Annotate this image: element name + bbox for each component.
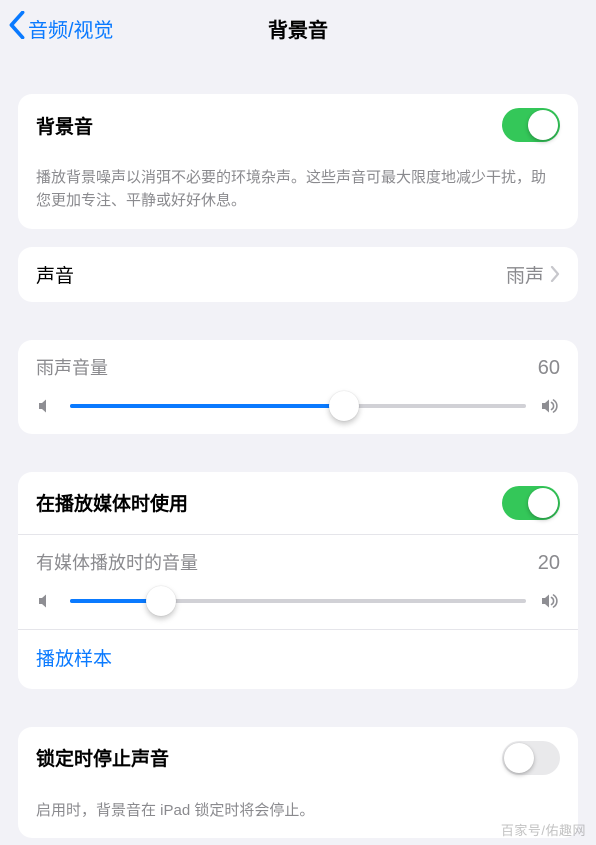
lock-stop-label: 锁定时停止声音 <box>36 744 502 771</box>
sound-select-row[interactable]: 声音 雨声 <box>18 247 578 302</box>
media-use-label: 在播放媒体时使用 <box>36 489 502 516</box>
volume-slider[interactable] <box>70 404 526 408</box>
bg-sound-label: 背景音 <box>36 112 502 139</box>
sound-select-label: 声音 <box>36 261 506 288</box>
media-vol-slider[interactable] <box>70 599 526 603</box>
volume-label: 雨声音量 <box>36 354 108 380</box>
chevron-right-icon <box>550 266 560 282</box>
back-label: 音频/视觉 <box>28 14 114 43</box>
page-title: 背景音 <box>268 14 328 43</box>
volume-high-icon <box>540 591 560 611</box>
bg-sound-toggle[interactable] <box>502 108 560 142</box>
media-use-toggle[interactable] <box>502 486 560 520</box>
group-media: 在播放媒体时使用 有媒体播放时的音量 20 播放样本 <box>18 472 578 689</box>
volume-value: 60 <box>538 357 560 380</box>
group-sound-select: 声音 雨声 <box>18 247 578 302</box>
sound-select-value: 雨声 <box>506 261 544 288</box>
back-button[interactable]: 音频/视觉 <box>8 0 114 56</box>
play-sample-button[interactable]: 播放样本 <box>18 629 578 689</box>
volume-low-icon <box>36 396 56 416</box>
volume-low-icon <box>36 591 56 611</box>
media-vol-label: 有媒体播放时的音量 <box>36 549 198 575</box>
bg-sound-description: 播放背景噪声以消弭不必要的环境杂声。这些声音可最大限度地减少干扰，助您更加专注、… <box>18 156 578 229</box>
group-lock-stop: 锁定时停止声音 启用时，背景音在 iPad 锁定时将会停止。 <box>18 727 578 838</box>
lock-stop-toggle[interactable] <box>502 741 560 775</box>
lock-stop-description: 启用时，背景音在 iPad 锁定时将会停止。 <box>18 789 578 838</box>
nav-bar: 音频/视觉 背景音 <box>0 0 596 56</box>
media-vol-value: 20 <box>538 552 560 575</box>
group-background-sound: 背景音 播放背景噪声以消弭不必要的环境杂声。这些声音可最大限度地减少干扰，助您更… <box>18 94 578 229</box>
watermark: 百家号/佑趣网 <box>501 820 586 839</box>
group-volume: 雨声音量 60 <box>18 340 578 434</box>
chevron-left-icon <box>8 11 26 45</box>
volume-high-icon <box>540 396 560 416</box>
